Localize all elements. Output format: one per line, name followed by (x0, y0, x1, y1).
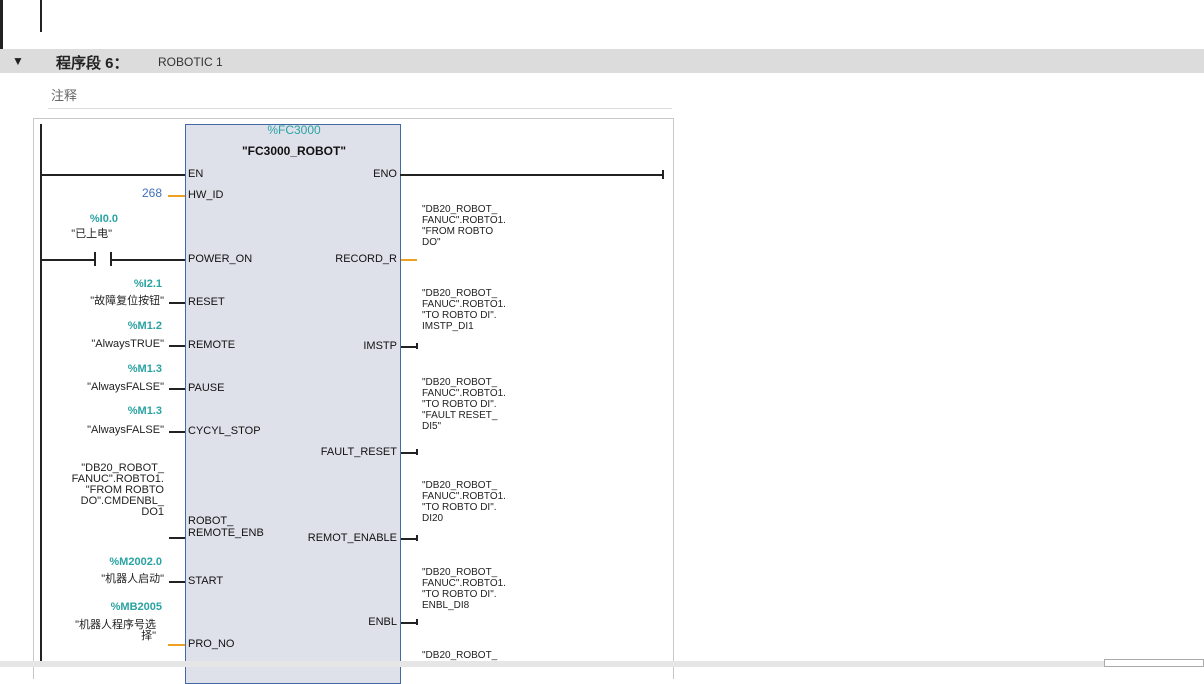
fault-reset-operand[interactable]: "DB20_ROBOT_ FANUC".ROBTO1. "TO ROBTO DI… (422, 377, 506, 432)
pin-record-r: RECORD_R (335, 253, 397, 265)
pin-remote: REMOTE (188, 339, 236, 351)
pin-eno: ENO (373, 168, 397, 180)
pause-address[interactable]: %M1.3 (60, 363, 162, 375)
eno-wire (400, 174, 663, 176)
pin-enbl: ENBL (368, 616, 397, 628)
hw-id-wire (168, 195, 185, 197)
imstp-wire (401, 346, 417, 348)
pin-en: EN (188, 168, 204, 180)
reset-wire (169, 302, 185, 304)
fault-reset-wire (401, 452, 417, 454)
power-on-address[interactable]: %I0.0 (40, 213, 118, 225)
reset-symbol[interactable]: "故障复位按钮" (48, 296, 164, 307)
pause-wire (169, 388, 185, 390)
pin-hw-id: HW_ID (188, 189, 224, 201)
enbl-operand[interactable]: "DB20_ROBOT_ FANUC".ROBTO1. "TO ROBTO DI… (422, 567, 506, 611)
hw-id-value[interactable]: 268 (110, 187, 162, 199)
robot-remote-wire (169, 537, 185, 539)
next-operand[interactable]: "DB20_ROBOT_ (422, 650, 497, 661)
record-r-operand[interactable]: "DB20_ROBOT_ FANUC".ROBTO1. "FROM ROBTO … (422, 204, 506, 248)
pin-remot-enable: REMOT_ENABLE (307, 532, 397, 544)
pin-pro-no: PRO_NO (188, 638, 235, 650)
pin-start: START (188, 575, 224, 587)
pro-no-symbol[interactable]: "机器人程序号选 择" (48, 620, 156, 642)
imstp-operand[interactable]: "DB20_ROBOT_ FANUC".ROBTO1. "TO ROBTO DI… (422, 288, 506, 332)
start-wire (169, 581, 185, 583)
remote-wire (169, 345, 185, 347)
comment-text[interactable]: 注释 (51, 85, 77, 104)
record-r-wire (401, 259, 417, 261)
remot-enable-wire-end (416, 535, 418, 541)
pause-symbol[interactable]: "AlwaysFALSE" (48, 382, 164, 393)
remot-enable-wire (401, 538, 417, 540)
power-on-wire-left (41, 259, 94, 261)
pin-pause: PAUSE (188, 382, 225, 394)
en-wire (41, 174, 186, 176)
network-header[interactable]: ▼ 程序段 6： ROBOTIC 1 (0, 49, 1204, 73)
previous-network-rail (40, 0, 42, 32)
pin-reset: RESET (188, 296, 225, 308)
pin-robot-remote-enb: ROBOT_ REMOTE_ENB (188, 515, 264, 539)
start-symbol[interactable]: "机器人启动" (48, 574, 164, 585)
power-on-symbol[interactable]: "已上电" (40, 229, 112, 240)
remot-enable-operand[interactable]: "DB20_ROBOT_ FANUC".ROBTO1. "TO ROBTO DI… (422, 480, 506, 524)
robot-remote-symbol[interactable]: "DB20_ROBOT_ FANUC".ROBTO1. "FROM ROBTO … (48, 463, 164, 518)
pin-imstp: IMSTP (363, 340, 397, 352)
pin-power-on: POWER_ON (188, 253, 253, 265)
function-block[interactable]: %FC3000 "FC3000_ROBOT" (185, 123, 402, 684)
pin-fault-reset: FAULT_RESET (320, 446, 397, 458)
power-rail (40, 124, 42, 664)
pin-cycyl-stop: CYCYL_STOP (188, 425, 261, 437)
network-comment[interactable]: 注释 (48, 82, 672, 109)
block-address: %FC3000 (267, 123, 321, 137)
left-window-border (0, 0, 3, 49)
cycyl-wire (169, 431, 185, 433)
enbl-wire-end (416, 619, 418, 625)
status-box (1104, 659, 1204, 667)
remote-address[interactable]: %M1.2 (60, 320, 162, 332)
power-on-wire-right (111, 259, 186, 261)
imstp-wire-end (416, 343, 418, 349)
enbl-wire (401, 622, 417, 624)
start-address[interactable]: %M2002.0 (60, 556, 162, 568)
cycyl-address[interactable]: %M1.3 (60, 405, 162, 417)
cycyl-symbol[interactable]: "AlwaysFALSE" (48, 425, 164, 436)
contact-left-bar (94, 252, 96, 266)
reset-address[interactable]: %I2.1 (60, 278, 162, 290)
pro-no-wire (168, 644, 185, 646)
collapse-toggle-icon[interactable]: ▼ (12, 54, 24, 68)
network-name[interactable]: ROBOTIC 1 (158, 55, 223, 69)
horizontal-scrollbar[interactable] (0, 661, 1204, 667)
block-name[interactable]: "FC3000_ROBOT" (186, 144, 402, 158)
pro-no-address[interactable]: %MB2005 (60, 601, 162, 613)
remote-symbol[interactable]: "AlwaysTRUE" (48, 339, 164, 350)
fault-reset-wire-end (416, 449, 418, 455)
eno-wire-end (662, 170, 664, 179)
network-title: 程序段 6： (56, 55, 129, 72)
